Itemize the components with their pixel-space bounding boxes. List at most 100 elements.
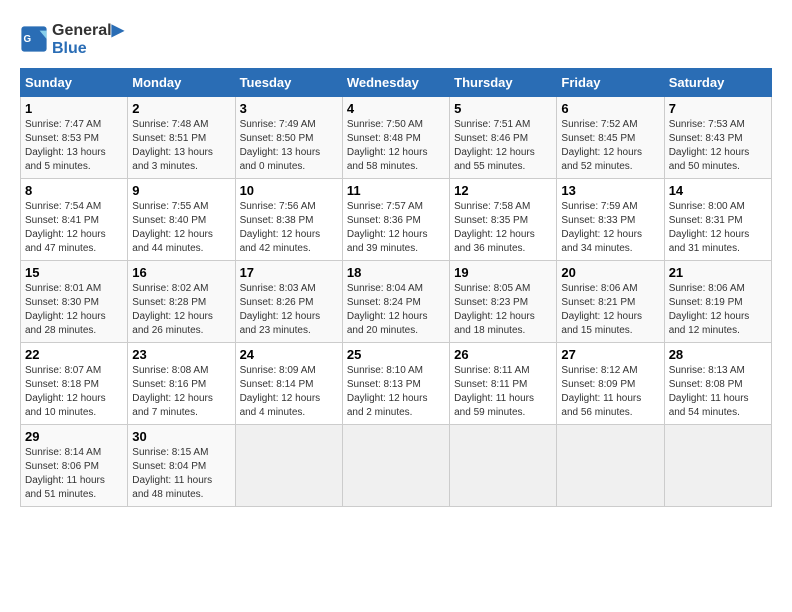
day-info: Sunrise: 7:56 AMSunset: 8:38 PMDaylight:… [240,200,338,256]
calendar-cell: 24 Sunrise: 8:09 AMSunset: 8:14 PMDaylig… [235,343,342,425]
day-number: 22 [25,347,123,362]
day-info: Sunrise: 8:05 AMSunset: 8:23 PMDaylight:… [454,282,552,338]
day-number: 5 [454,101,552,116]
calendar-cell: 21 Sunrise: 8:06 AMSunset: 8:19 PMDaylig… [664,261,771,343]
day-info: Sunrise: 7:54 AMSunset: 8:41 PMDaylight:… [25,200,123,256]
day-info: Sunrise: 7:59 AMSunset: 8:33 PMDaylight:… [561,200,659,256]
day-number: 11 [347,183,445,198]
day-number: 10 [240,183,338,198]
weekday-header: Sunday [21,69,128,97]
day-number: 15 [25,265,123,280]
day-info: Sunrise: 7:49 AMSunset: 8:50 PMDaylight:… [240,118,338,174]
logo-icon: G [20,25,48,53]
day-info: Sunrise: 7:47 AMSunset: 8:53 PMDaylight:… [25,118,123,174]
day-info: Sunrise: 8:13 AMSunset: 8:08 PMDaylight:… [669,364,767,420]
calendar-header-row: SundayMondayTuesdayWednesdayThursdayFrid… [21,69,772,97]
day-info: Sunrise: 7:57 AMSunset: 8:36 PMDaylight:… [347,200,445,256]
day-number: 16 [132,265,230,280]
calendar-cell: 9 Sunrise: 7:55 AMSunset: 8:40 PMDayligh… [128,179,235,261]
day-info: Sunrise: 8:09 AMSunset: 8:14 PMDaylight:… [240,364,338,420]
day-info: Sunrise: 7:53 AMSunset: 8:43 PMDaylight:… [669,118,767,174]
day-number: 18 [347,265,445,280]
day-number: 17 [240,265,338,280]
day-number: 12 [454,183,552,198]
calendar-cell: 1 Sunrise: 7:47 AMSunset: 8:53 PMDayligh… [21,97,128,179]
day-number: 6 [561,101,659,116]
calendar-cell: 10 Sunrise: 7:56 AMSunset: 8:38 PMDaylig… [235,179,342,261]
calendar-cell: 15 Sunrise: 8:01 AMSunset: 8:30 PMDaylig… [21,261,128,343]
day-number: 24 [240,347,338,362]
calendar-cell [342,425,449,507]
calendar-cell: 23 Sunrise: 8:08 AMSunset: 8:16 PMDaylig… [128,343,235,425]
calendar-table: SundayMondayTuesdayWednesdayThursdayFrid… [20,68,772,507]
calendar-cell: 17 Sunrise: 8:03 AMSunset: 8:26 PMDaylig… [235,261,342,343]
calendar-cell: 5 Sunrise: 7:51 AMSunset: 8:46 PMDayligh… [450,97,557,179]
calendar-cell: 3 Sunrise: 7:49 AMSunset: 8:50 PMDayligh… [235,97,342,179]
weekday-header: Wednesday [342,69,449,97]
day-number: 14 [669,183,767,198]
calendar-cell: 4 Sunrise: 7:50 AMSunset: 8:48 PMDayligh… [342,97,449,179]
calendar-cell: 19 Sunrise: 8:05 AMSunset: 8:23 PMDaylig… [450,261,557,343]
calendar-week-row: 29 Sunrise: 8:14 AMSunset: 8:06 PMDaylig… [21,425,772,507]
logo: G General▶ Blue [20,20,124,58]
day-number: 21 [669,265,767,280]
day-info: Sunrise: 8:07 AMSunset: 8:18 PMDaylight:… [25,364,123,420]
day-info: Sunrise: 8:06 AMSunset: 8:21 PMDaylight:… [561,282,659,338]
calendar-cell [664,425,771,507]
calendar-cell: 16 Sunrise: 8:02 AMSunset: 8:28 PMDaylig… [128,261,235,343]
day-number: 7 [669,101,767,116]
calendar-cell: 25 Sunrise: 8:10 AMSunset: 8:13 PMDaylig… [342,343,449,425]
svg-text:G: G [24,34,32,45]
logo-text: General▶ Blue [52,20,124,58]
day-info: Sunrise: 7:58 AMSunset: 8:35 PMDaylight:… [454,200,552,256]
day-info: Sunrise: 8:15 AMSunset: 8:04 PMDaylight:… [132,446,230,502]
day-info: Sunrise: 7:52 AMSunset: 8:45 PMDaylight:… [561,118,659,174]
weekday-header: Saturday [664,69,771,97]
day-number: 2 [132,101,230,116]
calendar-cell: 14 Sunrise: 8:00 AMSunset: 8:31 PMDaylig… [664,179,771,261]
weekday-header: Monday [128,69,235,97]
day-info: Sunrise: 7:48 AMSunset: 8:51 PMDaylight:… [132,118,230,174]
day-info: Sunrise: 8:06 AMSunset: 8:19 PMDaylight:… [669,282,767,338]
day-number: 23 [132,347,230,362]
calendar-cell: 6 Sunrise: 7:52 AMSunset: 8:45 PMDayligh… [557,97,664,179]
day-number: 3 [240,101,338,116]
calendar-cell: 29 Sunrise: 8:14 AMSunset: 8:06 PMDaylig… [21,425,128,507]
day-info: Sunrise: 8:08 AMSunset: 8:16 PMDaylight:… [132,364,230,420]
calendar-cell [450,425,557,507]
day-info: Sunrise: 8:02 AMSunset: 8:28 PMDaylight:… [132,282,230,338]
day-number: 25 [347,347,445,362]
calendar-week-row: 1 Sunrise: 7:47 AMSunset: 8:53 PMDayligh… [21,97,772,179]
weekday-header: Thursday [450,69,557,97]
calendar-cell: 8 Sunrise: 7:54 AMSunset: 8:41 PMDayligh… [21,179,128,261]
day-number: 27 [561,347,659,362]
day-info: Sunrise: 8:03 AMSunset: 8:26 PMDaylight:… [240,282,338,338]
calendar-week-row: 8 Sunrise: 7:54 AMSunset: 8:41 PMDayligh… [21,179,772,261]
day-number: 20 [561,265,659,280]
day-info: Sunrise: 8:01 AMSunset: 8:30 PMDaylight:… [25,282,123,338]
calendar-cell: 11 Sunrise: 7:57 AMSunset: 8:36 PMDaylig… [342,179,449,261]
day-info: Sunrise: 8:10 AMSunset: 8:13 PMDaylight:… [347,364,445,420]
calendar-cell: 28 Sunrise: 8:13 AMSunset: 8:08 PMDaylig… [664,343,771,425]
day-number: 13 [561,183,659,198]
day-info: Sunrise: 7:55 AMSunset: 8:40 PMDaylight:… [132,200,230,256]
page-header: G General▶ Blue [20,20,772,58]
calendar-cell: 22 Sunrise: 8:07 AMSunset: 8:18 PMDaylig… [21,343,128,425]
calendar-week-row: 22 Sunrise: 8:07 AMSunset: 8:18 PMDaylig… [21,343,772,425]
day-number: 4 [347,101,445,116]
day-number: 1 [25,101,123,116]
day-info: Sunrise: 7:51 AMSunset: 8:46 PMDaylight:… [454,118,552,174]
calendar-cell: 18 Sunrise: 8:04 AMSunset: 8:24 PMDaylig… [342,261,449,343]
calendar-cell [235,425,342,507]
calendar-week-row: 15 Sunrise: 8:01 AMSunset: 8:30 PMDaylig… [21,261,772,343]
calendar-cell: 20 Sunrise: 8:06 AMSunset: 8:21 PMDaylig… [557,261,664,343]
calendar-cell: 12 Sunrise: 7:58 AMSunset: 8:35 PMDaylig… [450,179,557,261]
calendar-cell: 27 Sunrise: 8:12 AMSunset: 8:09 PMDaylig… [557,343,664,425]
weekday-header: Friday [557,69,664,97]
day-info: Sunrise: 8:12 AMSunset: 8:09 PMDaylight:… [561,364,659,420]
day-number: 29 [25,429,123,444]
day-info: Sunrise: 8:11 AMSunset: 8:11 PMDaylight:… [454,364,552,420]
day-number: 9 [132,183,230,198]
calendar-cell: 2 Sunrise: 7:48 AMSunset: 8:51 PMDayligh… [128,97,235,179]
calendar-cell: 7 Sunrise: 7:53 AMSunset: 8:43 PMDayligh… [664,97,771,179]
